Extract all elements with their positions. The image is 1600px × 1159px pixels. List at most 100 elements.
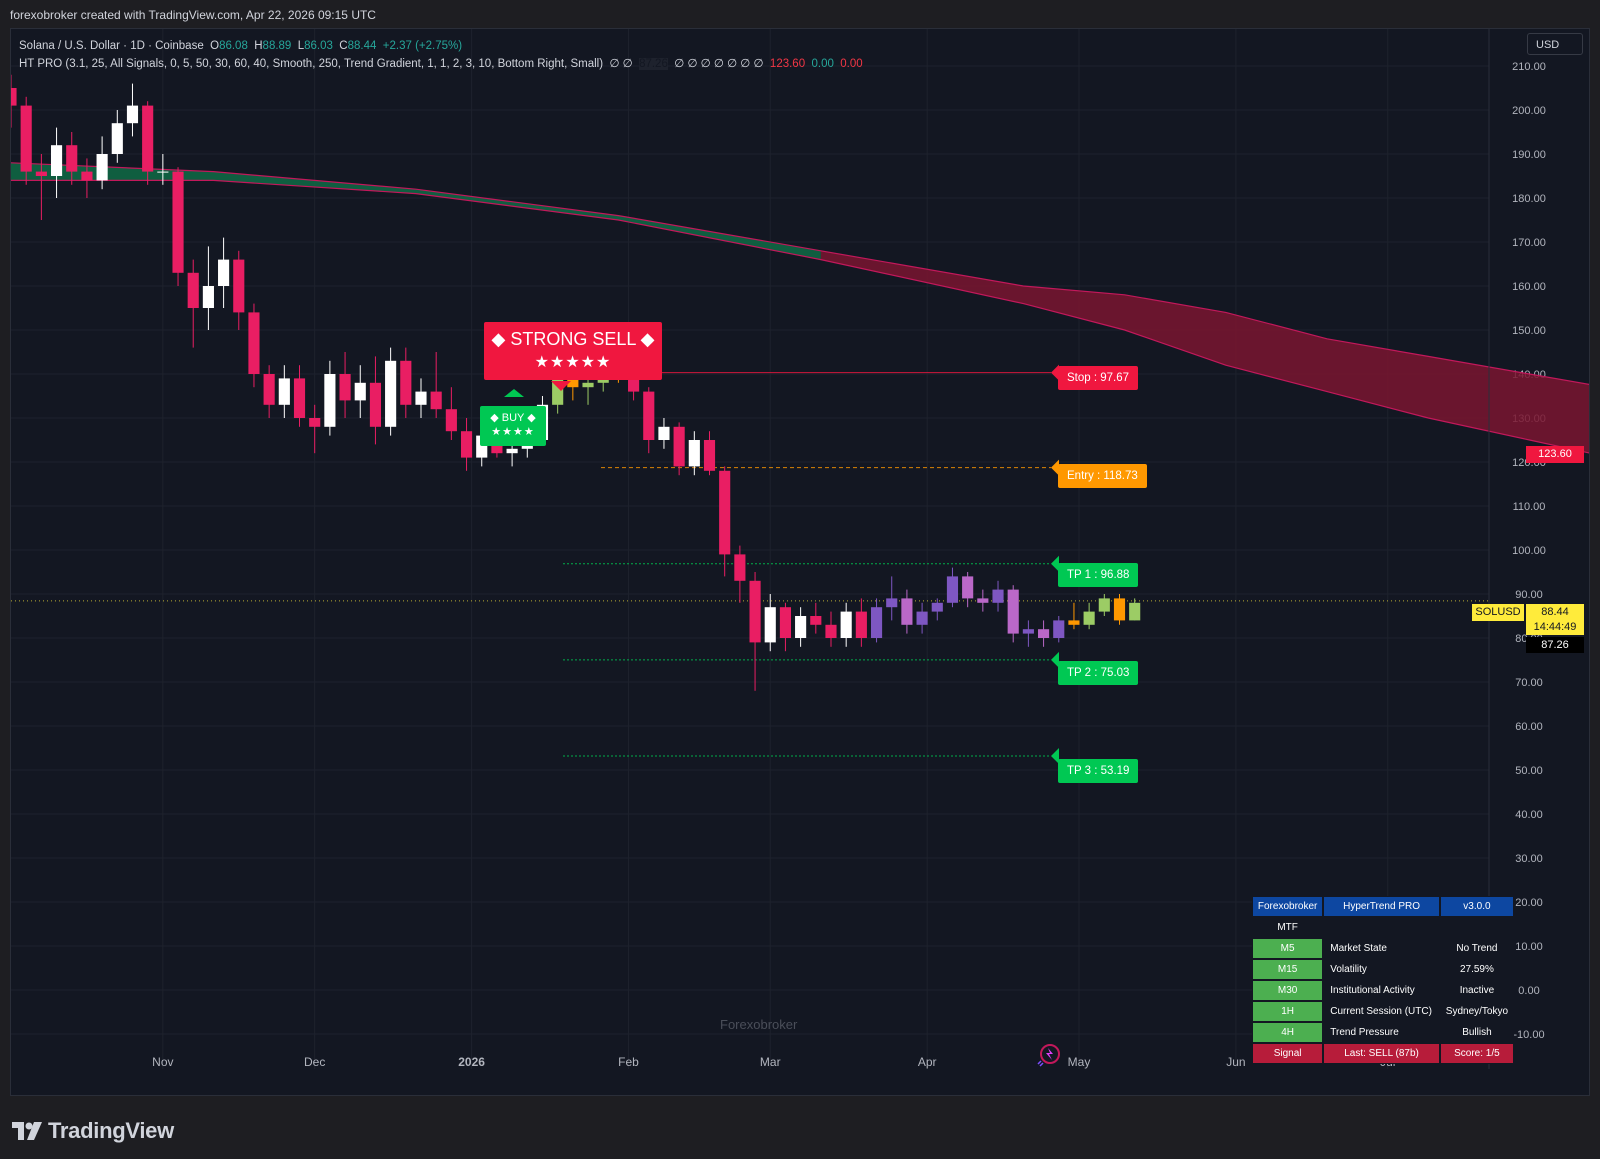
x-tick-label: Nov [152, 1055, 173, 1069]
legend-symbol[interactable]: Solana / U.S. Dollar · 1D · Coinbase [19, 40, 204, 52]
legend-indicator-vals-b: ∅ ∅ ∅ ∅ ∅ ∅ ∅ [674, 58, 764, 70]
table-tf: M30 [1252, 980, 1324, 1001]
last-price-tag: 88.44 [1526, 604, 1584, 621]
candle-body [172, 171, 184, 273]
candle-body [673, 426, 685, 467]
watermark: Forexobroker [720, 1017, 798, 1032]
candle-body [248, 312, 260, 374]
candle-body [66, 145, 78, 172]
y-tick-label: 10.00 [1515, 941, 1543, 953]
table-mtf-label: MTF [1252, 917, 1324, 938]
candle-body [992, 589, 1004, 603]
candle-body [931, 602, 943, 612]
y-tick-label: 30.00 [1515, 853, 1543, 865]
table-header-owner: Forexobroker [1252, 896, 1324, 917]
table-mtf-empty-2 [1439, 917, 1514, 938]
candle-body [11, 88, 17, 106]
y-tick-label: 100.00 [1512, 545, 1546, 557]
table-row-label: Institutional Activity [1323, 980, 1440, 1001]
tp3-level-label: TP 3 : 53.19 [1058, 759, 1139, 783]
x-tick-label: Apr [918, 1055, 937, 1069]
table-header-product: HyperTrend PRO [1323, 896, 1440, 917]
x-tick-label: Dec [304, 1055, 325, 1069]
candle-body [339, 374, 351, 401]
candle-body [1098, 598, 1110, 612]
candle-body [916, 611, 928, 625]
stop-level-label: Stop : 97.67 [1058, 366, 1139, 390]
table-row-value: Bullish [1439, 1022, 1514, 1043]
y-tick-label: 180.00 [1512, 193, 1546, 205]
tradingview-logo-icon [12, 1122, 42, 1140]
table-header-version: v3.0.0 [1439, 896, 1514, 917]
candle-body [354, 382, 366, 401]
candle-body [840, 611, 852, 638]
candle-body [35, 171, 47, 176]
candle-body [977, 598, 989, 603]
currency-button[interactable]: USD [1527, 33, 1583, 55]
candle-body [324, 374, 336, 427]
trend-band-bear [820, 250, 1589, 453]
x-tick-label: Mar [760, 1055, 781, 1069]
top-bar: forexobroker created with TradingView.co… [0, 0, 1600, 28]
x-tick-label: Feb [618, 1055, 639, 1069]
table-signal-value: Score: 1/5 [1439, 1043, 1514, 1064]
y-tick-label: 90.00 [1515, 589, 1543, 601]
candle-body [369, 382, 382, 427]
legend-change: +2.37 (+2.75%) [382, 40, 463, 52]
y-tick-label: 50.00 [1515, 765, 1543, 777]
candle-body [749, 580, 761, 643]
table-mtf-empty [1323, 917, 1440, 938]
y-tick-label: -10.00 [1513, 1029, 1544, 1041]
symbol-price-tag: SOLUSD [1472, 604, 1524, 621]
legend-high-label: H [254, 40, 263, 52]
candle-body [825, 624, 837, 638]
x-tick-label: Jun [1226, 1055, 1245, 1069]
candle-body [50, 145, 63, 176]
y-tick-label: 170.00 [1512, 237, 1546, 249]
y-tick-label: 110.00 [1513, 501, 1546, 513]
candle-body [658, 426, 670, 440]
y-tick-label: 0.00 [1518, 985, 1539, 997]
candle-body [460, 431, 473, 458]
candle-body [779, 607, 791, 638]
replay-icon[interactable] [1036, 1042, 1062, 1068]
legend-indicator-val-red: 123.60 [769, 58, 806, 70]
legend-close-label: C [339, 40, 348, 52]
legend-indicator-val-dark: 87.26 [639, 58, 668, 70]
trend-band-upper-edge [11, 162, 1589, 385]
table-row-label: Current Session (UTC) [1323, 1001, 1440, 1022]
table-row-label: Market State [1323, 938, 1440, 959]
candle-body [901, 598, 913, 625]
y-tick-label: 20.00 [1515, 897, 1543, 909]
tradingview-logo[interactable]: TradingView [12, 1118, 174, 1144]
footer: TradingView [0, 1100, 1600, 1159]
candle-body [415, 391, 427, 405]
candle-body [582, 382, 594, 388]
candle-body [870, 607, 883, 638]
buy-signal: ◆ BUY ◆ ★★★★ [480, 406, 546, 446]
candle-body [886, 598, 898, 608]
buy-text: ◆ BUY ◆ [490, 412, 536, 424]
table-signal-tf: Signal [1252, 1043, 1324, 1064]
candle-body [263, 374, 275, 405]
legend-low: 86.03 [304, 40, 333, 52]
candle-body [293, 378, 306, 418]
tp2-level-label: TP 2 : 75.03 [1058, 661, 1139, 685]
table-tf: 4H [1252, 1022, 1324, 1043]
candle-body [1022, 629, 1034, 634]
candle-body [20, 105, 32, 172]
legend-indicator-vals-a: ∅ ∅ [609, 58, 633, 70]
candle-body [946, 576, 959, 603]
candle-body [400, 360, 412, 405]
legend-symbol-line: Solana / U.S. Dollar · 1D · Coinbase O86… [19, 37, 863, 55]
y-tick-label: 60.00 [1515, 721, 1543, 733]
table-tf: 1H [1252, 1001, 1324, 1022]
candle-body [430, 391, 442, 410]
legend-indicator-params[interactable]: HT PRO (3.1, 25, All Signals, 0, 5, 50, … [19, 58, 603, 70]
candle-body [81, 171, 93, 181]
candle-body [1083, 611, 1095, 625]
table-row-label: Trend Pressure [1323, 1022, 1440, 1043]
tradingview-logo-text: TradingView [48, 1118, 174, 1143]
legend-indicator-line: HT PRO (3.1, 25, All Signals, 0, 5, 50, … [19, 55, 863, 73]
table-row-value: Inactive [1439, 980, 1514, 1001]
